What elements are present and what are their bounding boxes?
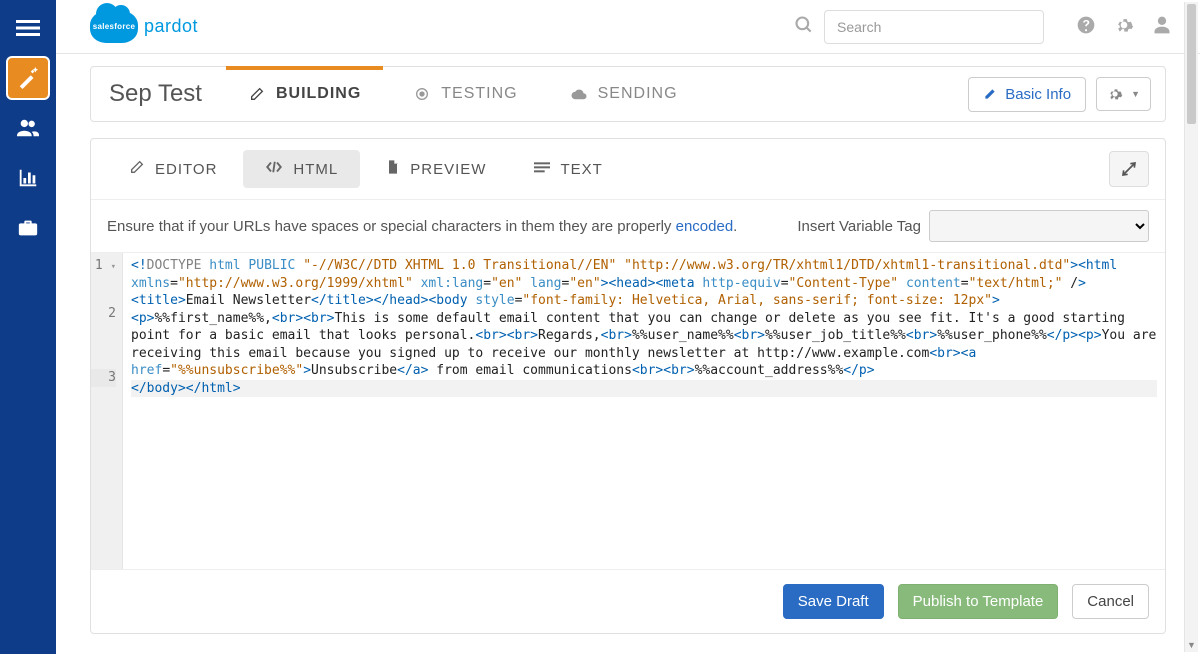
code-icon: [265, 160, 283, 178]
tab-text[interactable]: TEXT: [512, 150, 624, 188]
lines-icon: [534, 160, 550, 178]
gear-icon[interactable]: [1114, 15, 1134, 38]
save-draft-button[interactable]: Save Draft: [783, 584, 884, 619]
url-encode-hint: Ensure that if your URLs have spaces or …: [107, 218, 737, 235]
tab-editor[interactable]: EDITOR: [107, 149, 239, 189]
help-icon[interactable]: [1076, 15, 1096, 38]
insert-variable-select[interactable]: [929, 210, 1149, 242]
tab-preview[interactable]: PREVIEW: [364, 149, 508, 189]
expand-button[interactable]: [1109, 151, 1149, 187]
brand-name: pardot: [144, 16, 198, 37]
line-gutter: 1 ▾ 2 3: [91, 253, 123, 569]
settings-dropdown-button[interactable]: ▼: [1096, 77, 1151, 111]
user-icon[interactable]: [1152, 15, 1172, 38]
step-sending[interactable]: SENDING: [548, 67, 700, 121]
nav-wand-button[interactable]: [6, 56, 50, 100]
edit-icon: [248, 85, 266, 103]
insert-variable-label: Insert Variable Tag: [797, 218, 921, 235]
cancel-button[interactable]: Cancel: [1072, 584, 1149, 619]
step-building[interactable]: BUILDING: [226, 67, 383, 121]
target-icon: [413, 85, 431, 103]
step-testing[interactable]: TESTING: [391, 67, 539, 121]
top-bar: salesforce pardot: [56, 0, 1200, 54]
nav-chart-button[interactable]: [6, 156, 50, 200]
document-icon: [386, 159, 400, 179]
salesforce-cloud-icon: salesforce: [90, 11, 138, 43]
brand-logo: salesforce pardot: [90, 11, 198, 43]
page-title: Sep Test: [105, 80, 218, 108]
publish-template-button[interactable]: Publish to Template: [898, 584, 1059, 619]
edit-icon: [129, 159, 145, 179]
cloud-icon: [570, 85, 588, 103]
scroll-down-icon[interactable]: ▼: [1185, 638, 1198, 652]
tab-html[interactable]: HTML: [243, 150, 360, 188]
search-icon[interactable]: [794, 15, 814, 38]
hamburger-menu-button[interactable]: [6, 6, 50, 50]
code-body[interactable]: <!DOCTYPE html PUBLIC "-//W3C//DTD XHTML…: [123, 253, 1165, 569]
nav-briefcase-button[interactable]: [6, 206, 50, 250]
scrollbar[interactable]: ▲ ▼: [1184, 2, 1198, 652]
scroll-thumb[interactable]: [1187, 4, 1196, 124]
basic-info-button[interactable]: Basic Info: [968, 77, 1086, 112]
encoded-link[interactable]: encoded: [676, 218, 734, 235]
editor-panel: EDITOR HTML PREVIEW TEXT: [90, 138, 1166, 634]
search-input[interactable]: [824, 10, 1044, 44]
left-nav-rail: [0, 0, 56, 654]
wizard-steps: Sep Test BUILDING TESTING SENDING Basi: [90, 66, 1166, 122]
nav-people-button[interactable]: [6, 106, 50, 150]
code-editor[interactable]: 1 ▾ 2 3 <!DOCTYPE html PUBLIC "-//W3C//D…: [91, 253, 1165, 569]
